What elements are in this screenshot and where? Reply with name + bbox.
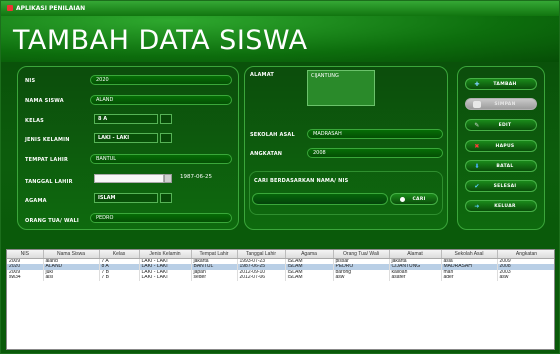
simpan-button[interactable]: SIMPAN: [465, 98, 537, 110]
simpan-label: SIMPAN: [494, 102, 516, 107]
alamat-label: ALAMAT: [250, 72, 274, 78]
edit-label: EDIT: [498, 123, 512, 128]
tempat-lahir-label: TEMPAT LAHIR: [25, 157, 68, 163]
kelas-label: KELAS: [25, 118, 44, 124]
nama-field[interactable]: ALAND: [90, 95, 232, 105]
table-area: NIS Nama Siswa Kelas Jenis Kelamin Tempa…: [1, 232, 559, 353]
calendar-button[interactable]: [164, 174, 172, 183]
tanggal-lahir-picker[interactable]: [94, 174, 164, 183]
plus-icon: ✚: [474, 81, 480, 88]
pencil-icon: ✎: [474, 122, 480, 129]
orang-tua-field[interactable]: PEDRO: [90, 213, 232, 223]
address-panel: ALAMAT CIJANTUNG SEKOLAH ASAL MADRASAH A…: [244, 66, 448, 230]
column-header[interactable]: Tempat Lahir: [191, 250, 238, 259]
search-label: CARI BERDASARKAN NAMA/ NIS: [254, 178, 349, 184]
column-header[interactable]: Tanggal Lahir: [237, 250, 286, 259]
nama-label: NAMA SISWA: [25, 98, 64, 104]
tambah-button[interactable]: ✚ TAMBAH: [465, 78, 537, 90]
student-form-panel: NIS 2020 NAMA SISWA ALAND KELAS 8 A JENI…: [17, 66, 239, 230]
orang-tua-label: ORANG TUA/ WALI: [25, 218, 79, 224]
sekolah-asal-field[interactable]: MADRASAH: [307, 129, 443, 139]
tanggal-lahir-label: TANGGAL LAHIR: [25, 179, 73, 185]
jenis-kelamin-label: JENIS KELAMIN: [25, 137, 70, 143]
cari-button-label: CARI: [412, 197, 426, 202]
tambah-label: TAMBAH: [493, 82, 517, 87]
table-cell: asw: [333, 275, 390, 281]
page-title: TAMBAH DATA SISWA: [13, 25, 308, 56]
window-title: APLIKASI PENILAIAN: [16, 5, 86, 12]
batal-button[interactable]: ⬇ BATAL: [465, 160, 537, 172]
column-header[interactable]: Nama Siswa: [43, 250, 100, 259]
selesai-label: SELESAI: [493, 184, 517, 189]
table-cell: ader: [441, 275, 498, 281]
save-icon: [473, 101, 481, 108]
hapus-label: HAPUS: [495, 144, 515, 149]
check-icon: ✔: [474, 183, 480, 190]
alamat-textarea[interactable]: CIJANTUNG: [307, 70, 375, 106]
header-banner: TAMBAH DATA SISWA: [1, 16, 559, 62]
exit-icon: ➜: [474, 203, 480, 210]
nis-field[interactable]: 2020: [90, 75, 232, 85]
column-header[interactable]: Kelas: [99, 250, 140, 259]
table-cell: sw34: [7, 275, 44, 281]
selesai-button[interactable]: ✔ SELESAI: [465, 180, 537, 192]
table-cell: seder: [191, 275, 238, 281]
action-panel: ✚ TAMBAH SIMPAN ✎ EDIT ✖ HAPUS ⬇ BATAL ✔: [457, 66, 545, 230]
search-group: CARI BERDASARKAN NAMA/ NIS CARI: [249, 171, 443, 215]
title-bar: APLIKASI PENILAIAN: [1, 1, 559, 16]
tanggal-lahir-value: 1987-06-25: [180, 174, 212, 180]
cari-button[interactable]: CARI: [390, 193, 438, 205]
hapus-button[interactable]: ✖ HAPUS: [465, 140, 537, 152]
column-header[interactable]: Angkatan: [497, 250, 554, 259]
delete-icon: ✖: [474, 143, 480, 150]
column-header[interactable]: Alamat: [389, 250, 442, 259]
table-cell: asw: [497, 275, 554, 281]
jenis-kelamin-dropdown-button[interactable]: [160, 133, 172, 143]
table-cell: aisi: [43, 275, 100, 281]
column-header[interactable]: NIS: [7, 250, 44, 259]
form-area: NIS 2020 NAMA SISWA ALAND KELAS 8 A JENI…: [1, 62, 559, 232]
app-window: APLIKASI PENILAIAN TAMBAH DATA SISWA NIS…: [0, 0, 560, 354]
table-cell: 2012-07-06: [237, 275, 286, 281]
kelas-combo[interactable]: 8 A: [94, 114, 158, 124]
sekolah-asal-label: SEKOLAH ASAL: [250, 132, 295, 138]
student-table[interactable]: NIS Nama Siswa Kelas Jenis Kelamin Tempa…: [6, 249, 555, 350]
nis-label: NIS: [25, 78, 36, 84]
keluar-label: KELUAR: [494, 204, 516, 209]
table-cell: asafer: [389, 275, 442, 281]
angkatan-field[interactable]: 2008: [307, 148, 443, 158]
table-header-row: NIS Nama Siswa Kelas Jenis Kelamin Tempa…: [7, 250, 554, 259]
table-cell: ISLAM: [285, 275, 334, 281]
agama-combo[interactable]: ISLAM: [94, 193, 158, 203]
column-header[interactable]: Jenis Kelamin: [139, 250, 192, 259]
tempat-lahir-field[interactable]: BANTUL: [90, 154, 232, 164]
undo-icon: ⬇: [474, 163, 480, 170]
kelas-dropdown-button[interactable]: [160, 114, 172, 124]
search-input[interactable]: [252, 193, 388, 205]
jenis-kelamin-combo[interactable]: LAKI - LAKI: [94, 133, 158, 143]
batal-label: BATAL: [496, 164, 514, 169]
angkatan-label: ANGKATAN: [250, 151, 283, 157]
edit-button[interactable]: ✎ EDIT: [465, 119, 537, 131]
agama-dropdown-button[interactable]: [160, 193, 172, 203]
column-header[interactable]: Agama: [285, 250, 334, 259]
table-cell: LAKI - LAKI: [139, 275, 192, 281]
keluar-button[interactable]: ➜ KELUAR: [465, 200, 537, 212]
search-icon: [400, 197, 405, 202]
column-header[interactable]: Sekolah Asal: [441, 250, 498, 259]
column-header[interactable]: Orang Tua/ Wali: [333, 250, 390, 259]
table-cell: 7 B: [99, 275, 140, 281]
app-icon: [7, 5, 13, 11]
agama-label: AGAMA: [25, 198, 47, 204]
table-row[interactable]: sw34 aisi 7 B LAKI - LAKI seder 2012-07-…: [7, 275, 554, 281]
